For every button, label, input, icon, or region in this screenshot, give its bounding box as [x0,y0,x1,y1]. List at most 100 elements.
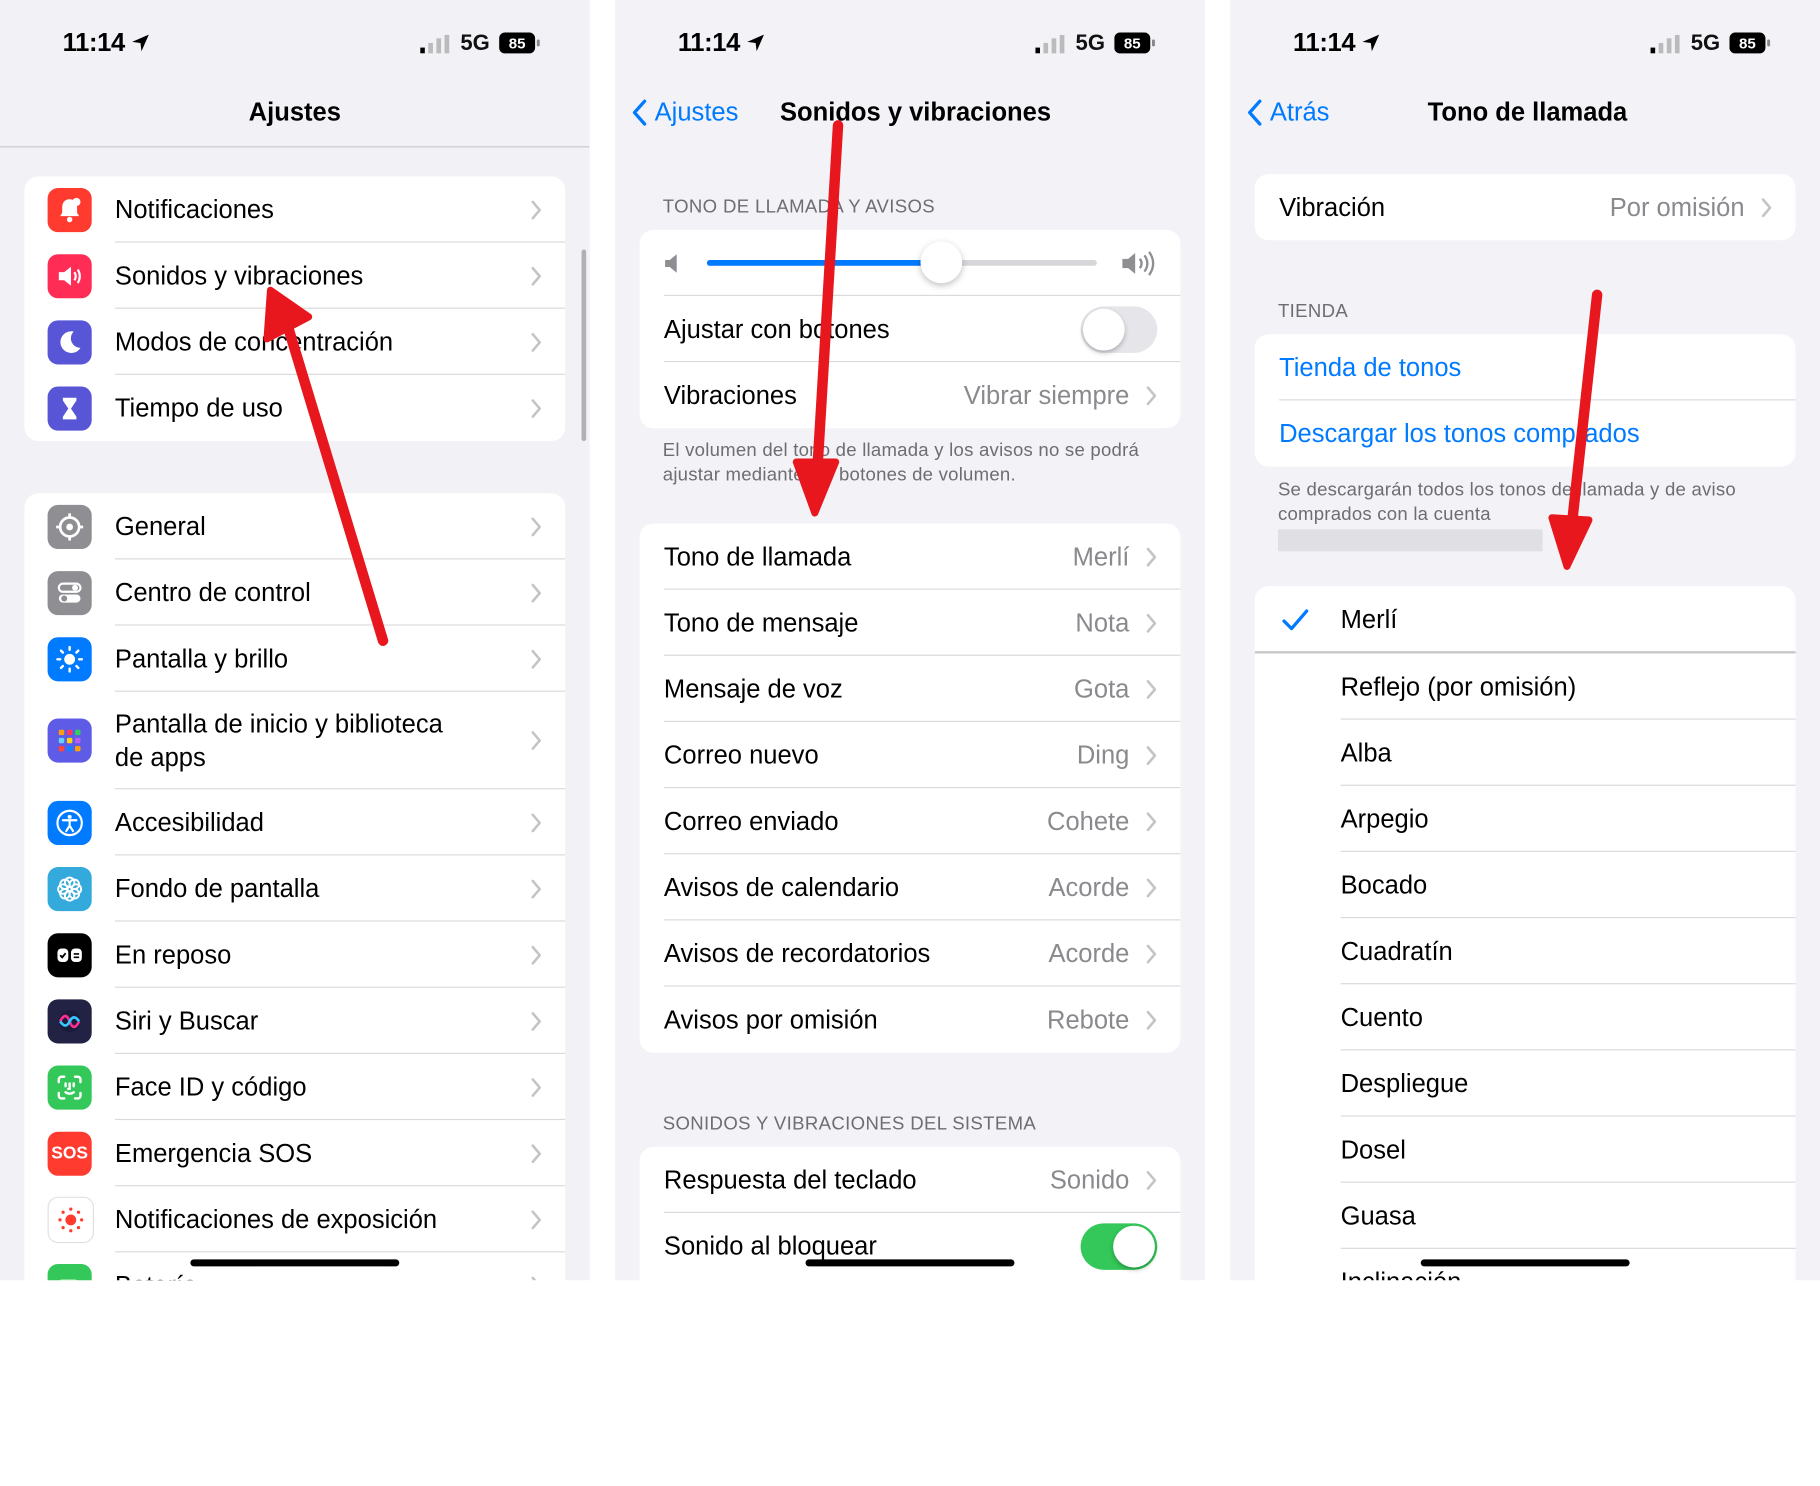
settings-row-label-line: Tiempo de uso [115,391,283,425]
home-indicator [190,1259,399,1266]
download-purchased-row[interactable]: Descargar los tonos comprados [1255,400,1796,466]
back-button[interactable]: Atrás [1244,97,1329,127]
vibration-label: Vibración [1279,192,1385,222]
tone-row[interactable]: Tono de mensajeNota [640,590,1181,656]
vibration-row[interactable]: Vibración Por omisión [1255,174,1796,240]
chevron-right-icon [1761,197,1773,218]
chevron-left-icon [1244,99,1265,127]
settings-row[interactable]: Notificaciones de exposición [24,1186,565,1252]
settings-row-label-line: Batería [115,1269,197,1281]
settings-row[interactable]: Centro de control [24,559,565,625]
tone-row[interactable]: Avisos de calendarioAcorde [640,854,1181,920]
back-button[interactable]: Ajustes [629,97,738,127]
ringtone-label: Cuento [1341,1002,1423,1032]
settings-row-label-line: General [115,510,206,544]
location-arrow-icon [130,32,151,53]
keyboard-feedback-label: Respuesta del teclado [664,1165,917,1195]
ringtone-row[interactable]: Despliegue [1255,1050,1796,1116]
ringtone-label: Merlí [1341,605,1398,635]
keyboard-feedback-row[interactable]: Respuesta del teclado Sonido [640,1147,1181,1213]
settings-row[interactable]: SOSEmergencia SOS [24,1120,565,1186]
ringtone-row[interactable]: Dosel [1255,1117,1796,1183]
adjust-with-buttons-toggle[interactable] [1081,306,1158,352]
lock-sound-toggle[interactable] [1081,1223,1158,1269]
settings-row[interactable]: Siri y Buscar [24,988,565,1054]
tone-row-value: Cohete [1047,806,1129,836]
settings-row[interactable]: General [24,493,565,559]
ringtone-row[interactable]: Cuento [1255,984,1796,1050]
settings-screen: 11:14 5G 85 Ajustes NotificacionesSonido… [0,0,590,1280]
ringtone-row[interactable]: Reflejo (por omisión) [1255,653,1796,719]
battery-level: 85 [1739,36,1756,53]
status-bar: 11:14 5G 85 [615,21,1205,67]
settings-row[interactable]: Pantalla y brillo [24,626,565,692]
checkmark-icon [1280,605,1310,635]
tone-row[interactable]: Mensaje de vozGota [640,656,1181,722]
chevron-right-icon [1146,678,1158,699]
ringtone-row[interactable]: Guasa [1255,1183,1796,1249]
chevron-right-icon [530,944,542,965]
store-group: Tienda de tonos Descargar los tonos comp… [1255,334,1796,466]
status-time: 11:14 [1293,28,1355,58]
lock-sound-row: Sonido al bloquear [640,1213,1181,1279]
tone-store-row[interactable]: Tienda de tonos [1255,334,1796,400]
vibrations-row[interactable]: Vibraciones Vibrar siempre [640,362,1181,428]
settings-row-label-line: Pantalla de inicio y biblioteca [115,707,443,741]
network-type: 5G [460,31,489,57]
ringtone-label: Despliegue [1341,1068,1469,1098]
download-purchased-link[interactable]: Descargar los tonos comprados [1279,418,1640,448]
volume-slider-knob[interactable] [920,241,962,283]
settings-row[interactable]: Accesibilidad [24,789,565,855]
tone-row-label: Correo nuevo [664,740,819,770]
adjust-with-buttons-row: Ajustar con botones [640,296,1181,362]
status-bar: 11:14 5G 85 [0,21,590,67]
chevron-right-icon [530,878,542,899]
settings-row[interactable]: Pantalla de inicio y bibliotecade apps [24,692,565,789]
tone-row[interactable]: Avisos por omisión Rebote [640,987,1181,1053]
cell-signal-icon [420,35,450,54]
page-title: Ajustes [0,97,590,127]
page-title: Tono de llamada [1428,97,1628,127]
settings-row[interactable]: Tiempo de uso [24,375,565,441]
settings-row[interactable]: En reposo [24,922,565,988]
tone-row-value: Rebote [1047,1005,1129,1035]
settings-group-main: General Centro de control Pantalla y brill… [24,493,565,1280]
ringtone-label: Alba [1341,738,1392,768]
settings-row-label: Siri y Buscar [115,1004,258,1038]
settings-row[interactable]: Notificaciones [24,176,565,242]
tone-row[interactable]: Correo nuevoDing [640,722,1181,788]
cell-signal-icon [1035,35,1065,54]
ringtone-row[interactable]: Arpegio [1255,786,1796,852]
standby-icon [48,933,92,977]
keyboard-feedback-value: Sonido [1050,1165,1130,1195]
tone-row[interactable]: Avisos de recordatoriosAcorde [640,920,1181,986]
tone-row-label: Avisos por omisión [664,1005,878,1035]
volume-slider[interactable] [707,260,1097,266]
tone-row[interactable]: Correo enviado Cohete [640,788,1181,854]
settings-row-label-line: Centro de control [115,576,311,610]
settings-row[interactable]: Sonidos y vibraciones [24,243,565,309]
speaker-icon [48,254,92,298]
settings-row[interactable]: Face ID y código [24,1054,565,1120]
ringtone-row-selected[interactable]: Merlí [1255,586,1796,653]
settings-row-label: Notificaciones de exposición [115,1202,437,1236]
chevron-right-icon [530,648,542,669]
ringtone-label: Arpegio [1341,804,1429,834]
ringtone-row[interactable]: Bocado [1255,852,1796,918]
tone-store-link[interactable]: Tienda de tonos [1279,352,1461,382]
tone-row-label: Correo enviado [664,806,839,836]
settings-row-label: En reposo [115,938,231,972]
section-header: TIENDA [1278,302,1348,323]
redacted-account [1278,529,1543,551]
battery-status-icon: 85 [1729,31,1771,54]
settings-row[interactable]: Modos de concentración [24,309,565,375]
settings-row-label: Tiempo de uso [115,391,283,425]
settings-row[interactable]: Fondo de pantalla [24,855,565,921]
tone-row[interactable]: Tono de llamadaMerlí [640,523,1181,589]
scrollbar[interactable] [582,250,587,442]
ringtone-row[interactable]: Cuadratín [1255,918,1796,984]
chevron-right-icon [530,582,542,603]
settings-row-label-line: Modos de concentración [115,325,393,359]
ringtone-row[interactable]: Alba [1255,720,1796,786]
settings-row-label-line: Siri y Buscar [115,1004,258,1038]
